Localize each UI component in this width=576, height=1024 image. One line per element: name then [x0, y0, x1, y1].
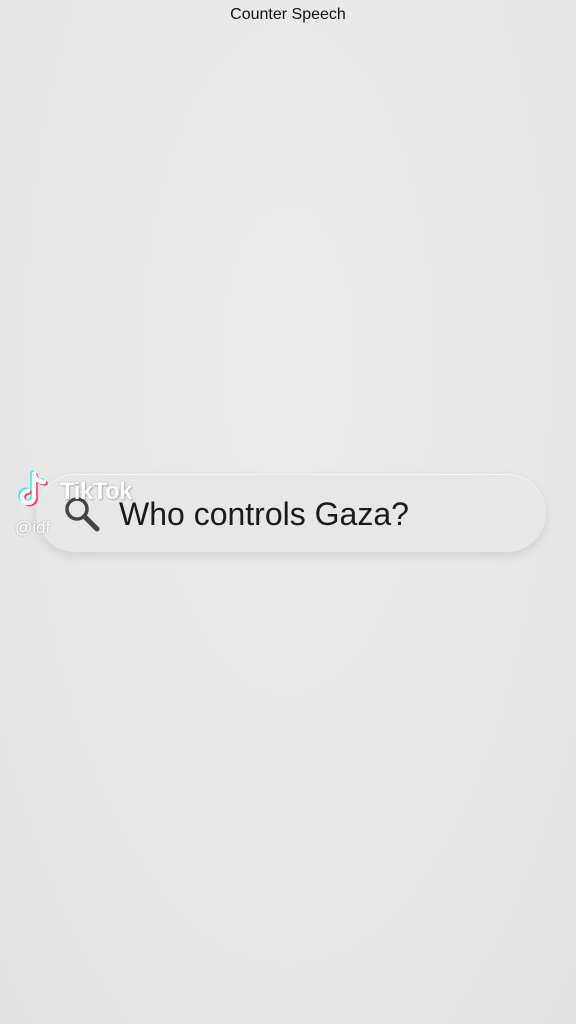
tiktok-wordmark: TikTok [60, 478, 133, 505]
tiktok-logo-icon [18, 470, 54, 510]
tiktok-handle: @idf [15, 518, 51, 537]
tiktok-watermark: TikTok @idf [14, 470, 164, 542]
page-title: Counter Speech [230, 6, 346, 23]
